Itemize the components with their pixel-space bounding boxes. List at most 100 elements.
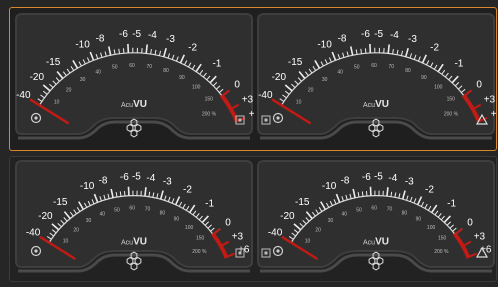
vu-meter-top-right: -40-20-15-10-8-6-5-4-3-2-10+3+6102030405… [256,12,496,148]
db-scale-label: -3 [405,176,414,187]
vu-meter-face: -40-20-15-10-8-6-5-4-3-2-10+3+6102030405… [15,13,254,140]
db-scale-label: +3 [484,95,496,106]
percent-scale-label: 20 [73,227,79,233]
percent-scale-label: 50 [114,207,120,213]
db-scale-label: -8 [341,176,350,187]
vu-meter-bottom-right: -40 -20 -15 -10 -8 -6 -5 -4 -3 -2 -1 0 +3 +6 10 20 30 40 5… [256,159,496,281]
percent-scale-label: 10 [63,238,69,244]
percent-scale-label: 30 [322,77,328,83]
percent-scale-label: 20 [315,227,321,233]
db-scale-label: -1 [454,59,463,70]
percent-scale-label: 70 [387,207,393,213]
db-scale-label: -10 [317,39,332,50]
percent-scale-label: 50 [354,65,360,71]
db-scale-label: -20 [38,211,53,222]
percent-scale-label: 60 [129,63,135,69]
db-scale-label: -1 [212,59,221,70]
db-scale-label: -5 [374,172,383,183]
brand-prefix: Acu [363,102,375,109]
percent-scale-label: 30 [80,77,86,83]
db-scale-label: -40 [258,90,273,101]
percent-scale-label: 10 [54,100,60,106]
percent-scale-label: 40 [337,69,343,75]
brand-prefix: Acu [121,239,133,246]
db-scale-label: +6 [249,109,254,120]
db-scale-label: 0 [467,218,473,229]
db-scale-label: -8 [99,176,108,187]
db-scale-label: +6 [491,109,496,120]
db-scale-label: -4 [390,30,399,41]
percent-scale-label: 60 [371,63,377,69]
percent-scale-label: 100 [427,225,436,231]
db-scale-label: -6 [361,29,370,40]
percent-scale-label: 80 [163,68,169,74]
percent-scale-label: 70 [146,64,152,70]
percent-scale-label: 30 [328,218,334,224]
db-scale-label: -15 [288,57,303,68]
db-scale-label: -4 [146,173,155,184]
db-scale-label: -1 [205,199,214,210]
percent-scale-label: 100 [434,85,443,91]
percent-scale-label: 40 [100,212,106,218]
db-scale-label: -10 [322,181,337,192]
db-scale-label: -5 [132,172,141,183]
percent-scale-label: 20 [308,87,314,93]
db-scale-label: -10 [75,39,90,50]
percent-scale-label: 150 [196,236,205,242]
db-scale-label: -2 [183,184,192,195]
db-scale-label: -40 [268,228,283,239]
percent-scale-label: 150 [447,97,456,103]
percent-scale-label: 80 [402,210,408,216]
brand-suffix: VU [375,99,389,110]
db-scale-label: -3 [408,34,417,45]
vu-meter-face: -40-20-15-10-8-6-5-4-3-2-10+3+6102030405… [257,13,496,140]
percent-scale-label: 10 [305,238,311,244]
percent-end-label: 200 % [434,249,449,255]
percent-end-label: 200 % [192,249,207,255]
percent-scale-label: 40 [342,212,348,218]
percent-scale-label: 80 [160,210,166,216]
db-scale-label: -2 [188,43,197,54]
scale-tick [144,187,147,197]
vu-meter-bottom-left: -40 -20 -15 -10 -8 -6 -5 -4 -3 -2 -1 0 +3 +6 10 20 30 40 5… [14,159,254,281]
percent-scale-label: 150 [438,236,447,242]
db-scale-label: +3 [232,232,244,243]
percent-scale-label: 40 [95,69,101,75]
percent-end-label: 200 % [444,111,459,117]
db-scale-label: +3 [474,232,486,243]
db-scale-label: -20 [280,211,295,222]
db-scale-label: -15 [46,57,61,68]
db-scale-label: -8 [338,33,347,44]
db-scale-label: +3 [242,95,254,106]
percent-scale-label: 100 [192,85,201,91]
percent-scale-label: 70 [388,64,394,70]
vu-meter-group-top[interactable]: -40-20-15-10-8-6-5-4-3-2-10+3+6102030405… [9,7,497,151]
db-scale-label: -3 [163,176,172,187]
brand-suffix: VU [375,236,389,247]
db-scale-label: -6 [362,172,371,183]
db-scale-label: 0 [234,79,240,90]
percent-end-label: 200 % [202,111,217,117]
percent-scale-label: 70 [145,207,151,213]
percent-scale-label: 150 [205,97,214,103]
db-scale-label: -40 [26,228,41,239]
vu-meter-face: -40-20-15-10-8-6-5-4-3-2-10+3+6102030405… [257,160,495,273]
percent-scale-label: 60 [371,206,377,212]
db-scale-label: -2 [430,43,439,54]
db-scale-label: -6 [120,172,129,183]
percent-scale-label: 50 [356,207,362,213]
percent-scale-label: 60 [129,206,135,212]
scale-tick [119,191,122,197]
scale-tick [118,48,120,54]
scale-tick [387,44,390,54]
percent-scale-label: 100 [185,225,194,231]
percent-scale-label: 90 [416,216,422,222]
vu-meter-face: -40-20-15-10-8-6-5-4-3-2-10+3+6102030405… [15,160,253,273]
percent-scale-label: 80 [405,68,411,74]
percent-scale-label: 90 [421,75,427,81]
percent-scale-label: 90 [179,75,185,81]
acuvu-plugin-window: -40-20-15-10-8-6-5-4-3-2-10+3+6102030405… [0,0,498,287]
vu-meter-group-bottom[interactable]: -40 -20 -15 -10 -8 -6 -5 -4 -3 -2 -1 0 +3 +6 10 20 30 40 5… [9,156,497,282]
vu-meter-top-left: -40-20-15-10-8-6-5-4-3-2-10+3+6102030405… [14,12,254,148]
scale-tick [360,48,362,54]
